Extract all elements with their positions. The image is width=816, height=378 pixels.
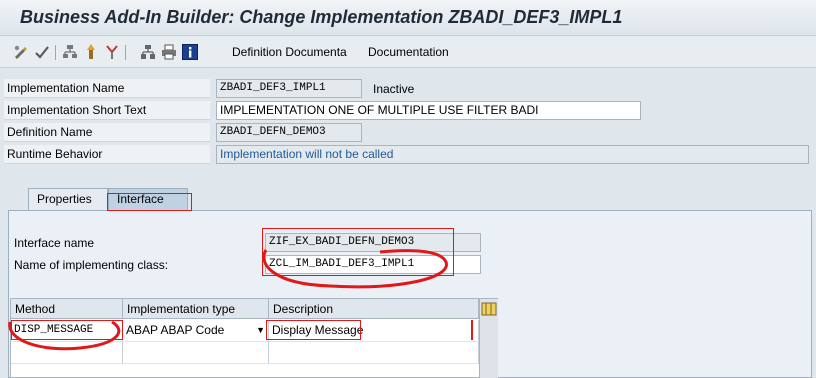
annotation-circle-class xyxy=(262,249,448,289)
annotation-circle-method xyxy=(8,320,121,351)
annotation-scribbles xyxy=(8,249,473,351)
